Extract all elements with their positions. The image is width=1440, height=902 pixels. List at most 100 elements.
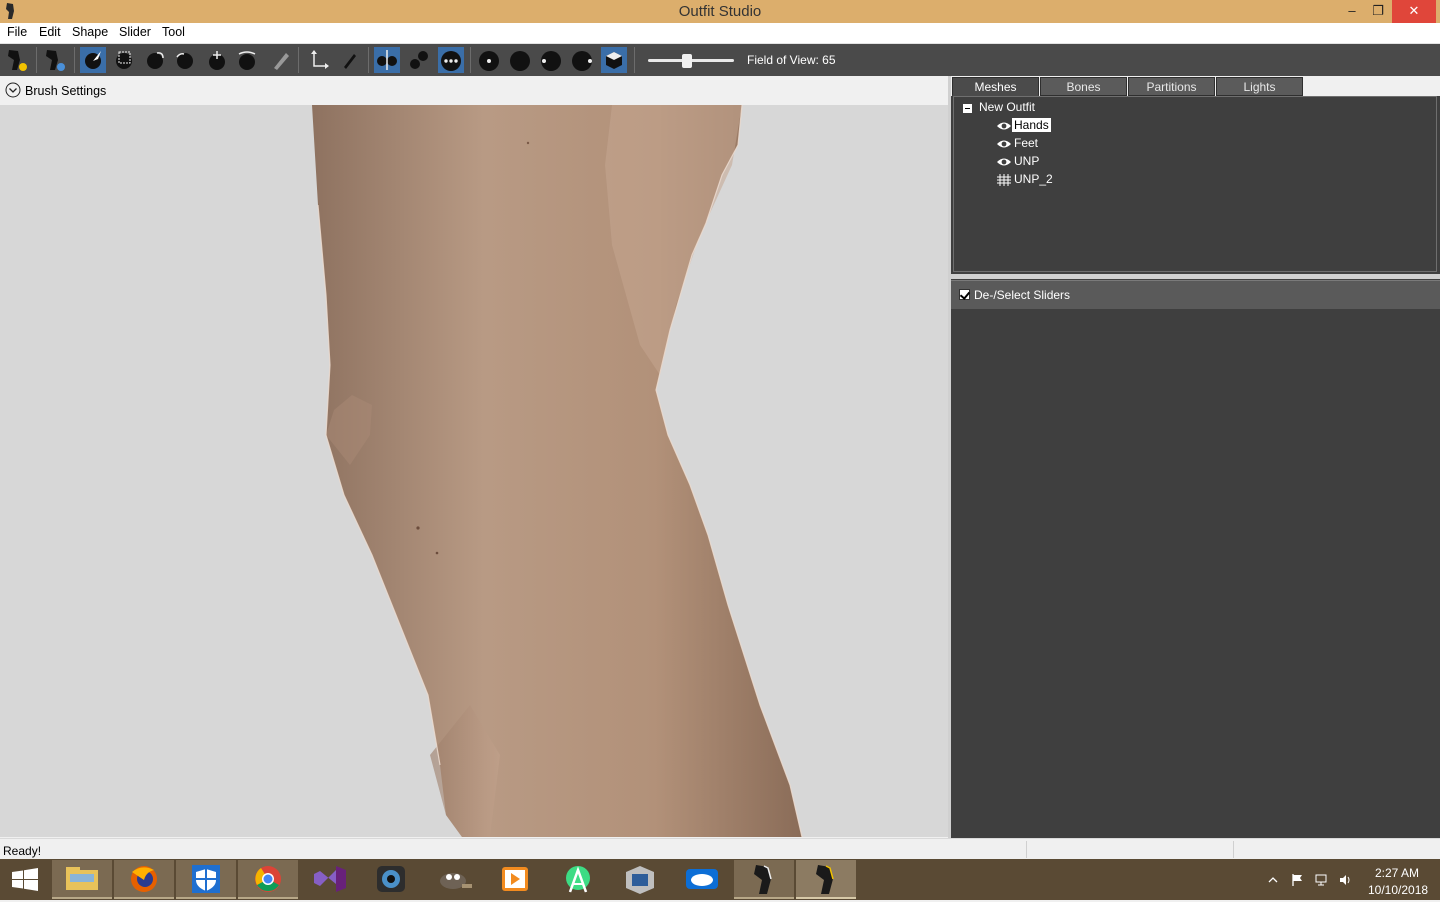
tree-item-unp[interactable]: UNP xyxy=(1014,154,1039,168)
checkmark-icon xyxy=(959,289,971,300)
move-tool-icon[interactable] xyxy=(204,47,230,73)
android-studio-taskbar-button[interactable] xyxy=(548,860,608,899)
inflate-tool-icon[interactable] xyxy=(142,47,168,73)
enable-lighting-icon[interactable] xyxy=(538,47,564,73)
3d-viewport[interactable] xyxy=(0,105,948,837)
chevron-up-icon[interactable] xyxy=(1266,873,1280,887)
grid-icon[interactable] xyxy=(996,174,1012,186)
outfit-studio-taskbar-button[interactable] xyxy=(734,860,794,899)
global-brush-icon[interactable] xyxy=(438,47,464,73)
visual-studio-icon xyxy=(314,866,346,892)
chevron-down-icon[interactable] xyxy=(5,82,21,98)
show-mask-icon[interactable] xyxy=(601,47,627,73)
connected-only-icon[interactable] xyxy=(406,47,432,73)
taskbar: 2:27 AM 10/10/2018 xyxy=(0,859,1440,900)
virtualbox-icon xyxy=(626,866,654,894)
tab-partitions[interactable]: Partitions xyxy=(1128,77,1215,96)
visual-studio-taskbar-button[interactable] xyxy=(300,860,360,899)
tree-item-hands[interactable]: Hands xyxy=(1012,118,1051,132)
menu-tool[interactable]: Tool xyxy=(162,25,185,39)
play-icon xyxy=(502,867,528,891)
tab-lights[interactable]: Lights xyxy=(1216,77,1303,96)
firefox-icon xyxy=(131,866,157,892)
enable-textures-icon[interactable] xyxy=(569,47,595,73)
eye-icon[interactable] xyxy=(996,138,1012,150)
start-button[interactable] xyxy=(0,860,50,899)
smooth-tool-icon[interactable] xyxy=(234,47,260,73)
flag-icon[interactable] xyxy=(1290,873,1304,887)
outfit-studio-icon xyxy=(816,865,834,894)
tree-item-unp-2[interactable]: UNP_2 xyxy=(1014,172,1053,186)
toolbar-divider xyxy=(634,47,635,73)
network-icon[interactable] xyxy=(1314,873,1328,887)
deflate-tool-icon[interactable] xyxy=(172,47,198,73)
slider-thumb[interactable] xyxy=(682,54,692,68)
cloud-icon xyxy=(686,869,718,889)
camera-icon xyxy=(377,866,405,892)
mask-tool-icon[interactable] xyxy=(111,47,137,73)
select-tool-icon[interactable] xyxy=(80,47,106,73)
folder-icon xyxy=(66,867,98,890)
clock-time[interactable]: 2:27 AM xyxy=(1375,866,1419,880)
tab-bones[interactable]: Bones xyxy=(1040,77,1127,96)
close-button[interactable]: ✕ xyxy=(1392,0,1436,23)
load-reference-icon[interactable] xyxy=(4,47,30,73)
menu-slider[interactable]: Slider xyxy=(119,25,151,39)
windows-logo-icon xyxy=(12,868,38,891)
tree-item-label: Hands xyxy=(1012,118,1051,132)
tab-meshes[interactable]: Meshes xyxy=(952,77,1039,96)
transform-tool-icon[interactable] xyxy=(306,47,332,73)
title-bar: Outfit Studio – ❐ ✕ xyxy=(0,0,1440,24)
camera-taskbar-button[interactable] xyxy=(362,860,422,899)
weight-paint-tool-icon[interactable] xyxy=(268,47,294,73)
status-text: Ready! xyxy=(3,844,42,858)
restore-button[interactable]: ❐ xyxy=(1360,0,1396,23)
status-divider xyxy=(1026,841,1027,858)
x-mirror-icon[interactable] xyxy=(374,47,400,73)
virtualbox-taskbar-button[interactable] xyxy=(610,860,670,899)
gimp-icon xyxy=(440,873,472,889)
eye-icon[interactable] xyxy=(996,120,1012,132)
vertex-edit-tool-icon[interactable] xyxy=(336,47,362,73)
toolbar: Field of View: 65 xyxy=(0,44,1440,76)
mesh-tree: New Outfit Hands Feet UNP UNP_2 xyxy=(953,96,1437,272)
outfit-studio-active-taskbar-button[interactable] xyxy=(796,860,856,899)
tree-root-new-outfit[interactable]: New Outfit xyxy=(979,100,1035,114)
brush-settings-header[interactable]: Brush Settings xyxy=(0,77,948,105)
select-sliders-checkbox[interactable] xyxy=(959,289,971,300)
select-sliders-label: De-/Select Sliders xyxy=(974,288,1071,302)
shield-icon xyxy=(192,865,220,893)
right-panel: Meshes Bones Partitions Lights New Outfi… xyxy=(951,76,1440,838)
menu-shape[interactable]: Shape xyxy=(72,25,108,39)
chrome-icon xyxy=(255,866,281,892)
collapse-icon[interactable] xyxy=(963,104,972,113)
gimp-taskbar-button[interactable] xyxy=(424,860,484,899)
firefox-taskbar-button[interactable] xyxy=(114,860,174,899)
defender-taskbar-button[interactable] xyxy=(176,860,236,899)
field-of-view-slider[interactable] xyxy=(648,54,734,68)
window-title: Outfit Studio xyxy=(678,3,762,20)
status-bar: Ready! xyxy=(0,838,1440,860)
load-outfit-icon[interactable] xyxy=(42,47,68,73)
toolbar-divider xyxy=(368,47,369,73)
media-player-taskbar-button[interactable] xyxy=(486,860,546,899)
field-of-view-label: Field of View: 65 xyxy=(747,53,836,67)
horizontal-splitter[interactable] xyxy=(951,274,1440,279)
outfit-studio-icon xyxy=(754,865,772,894)
slider-panel-header: De-/Select Sliders xyxy=(951,280,1440,309)
file-explorer-taskbar-button[interactable] xyxy=(52,860,112,899)
clock-date[interactable]: 10/10/2018 xyxy=(1368,883,1428,897)
tree-item-feet[interactable]: Feet xyxy=(1014,136,1038,150)
show-wireframe-icon[interactable] xyxy=(507,47,533,73)
android-studio-icon xyxy=(566,866,590,893)
dropbox-taskbar-button[interactable] xyxy=(672,860,732,899)
volume-icon[interactable] xyxy=(1338,873,1352,887)
menu-bar: File Edit Shape Slider Tool xyxy=(0,23,1440,44)
menu-edit[interactable]: Edit xyxy=(39,25,61,39)
chrome-taskbar-button[interactable] xyxy=(238,860,298,899)
toolbar-divider xyxy=(298,47,299,73)
eye-icon[interactable] xyxy=(996,156,1012,168)
menu-file[interactable]: File xyxy=(7,25,27,39)
show-vertices-icon[interactable] xyxy=(476,47,502,73)
tab-bar: Meshes Bones Partitions Lights xyxy=(951,76,1440,96)
